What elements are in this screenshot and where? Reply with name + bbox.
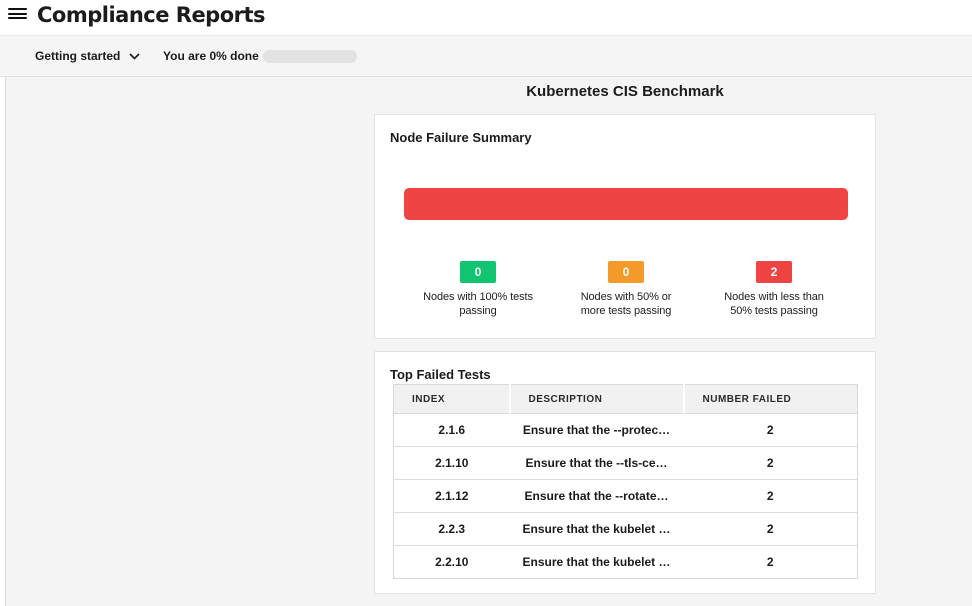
table-row: 2.1.10 Ensure that the --tls-ce… 2 (394, 447, 858, 480)
column-header-index: INDEX (394, 385, 510, 414)
stat-50-passing-count: 0 (608, 261, 644, 283)
getting-started-label: Getting started (35, 49, 120, 63)
table-body: 2.1.6 Ensure that the --protec… 2 2.1.10… (394, 414, 858, 579)
cell-index: 2.1.12 (394, 480, 510, 513)
cell-description: Ensure that the kubelet … (510, 513, 684, 546)
cell-number-failed: 2 (684, 513, 858, 546)
table-row: 2.1.12 Ensure that the --rotate… 2 (394, 480, 858, 513)
stat-100-passing-label: Nodes with 100% tests passing (423, 291, 533, 318)
cell-index: 2.1.6 (394, 414, 510, 447)
chevron-down-icon (129, 53, 140, 60)
top-failed-tests-table: INDEX DESCRIPTION NUMBER FAILED 2.1.6 En… (393, 384, 858, 579)
table-row: 2.2.3 Ensure that the kubelet … 2 (394, 513, 858, 546)
stat-less-50-passing-count: 2 (756, 261, 792, 283)
page-title: Compliance Reports (37, 3, 265, 27)
cell-description: Ensure that the --tls-ce… (510, 447, 684, 480)
node-failure-chart: 0 Nodes with 100% tests passing 0 Nodes … (404, 188, 848, 318)
stat-100-passing-count: 0 (460, 261, 496, 283)
stat-less-50-passing-label: Nodes with less than 50% tests passing (724, 291, 824, 318)
column-header-number-failed: NUMBER FAILED (684, 385, 858, 414)
progress-text: You are 0% done (163, 36, 259, 76)
progress-bar (263, 50, 357, 63)
table-row: 2.1.6 Ensure that the --protec… 2 (394, 414, 858, 447)
cell-description: Ensure that the kubelet … (510, 546, 684, 579)
cell-description: Ensure that the --rotate… (510, 480, 684, 513)
top-failed-tests-card: Top Failed Tests INDEX DESCRIPTION NUMBE… (374, 351, 876, 594)
top-failed-tests-title: Top Failed Tests (390, 367, 860, 382)
stat-50-passing-label: Nodes with 50% or more tests passing (581, 291, 672, 318)
cell-index: 2.2.10 (394, 546, 510, 579)
column-header-description: DESCRIPTION (510, 385, 684, 414)
menu-icon[interactable] (8, 8, 27, 19)
getting-started-bar: Getting started You are 0% done (0, 35, 972, 77)
table-row: 2.2.10 Ensure that the kubelet … 2 (394, 546, 858, 579)
cell-number-failed: 2 (684, 480, 858, 513)
cell-number-failed: 2 (684, 447, 858, 480)
node-failure-summary-title: Node Failure Summary (390, 130, 860, 145)
app-header: Compliance Reports (0, 0, 972, 35)
cell-number-failed: 2 (684, 546, 858, 579)
report-panel: Kubernetes CIS Benchmark Node Failure Su… (5, 77, 972, 606)
stat-100-passing: 0 Nodes with 100% tests passing (404, 261, 552, 318)
failing-nodes-bar (404, 188, 848, 220)
cell-index: 2.2.3 (394, 513, 510, 546)
getting-started-dropdown[interactable]: Getting started (35, 36, 140, 76)
stat-less-50-passing: 2 Nodes with less than 50% tests passing (700, 261, 848, 318)
stat-50-passing: 0 Nodes with 50% or more tests passing (552, 261, 700, 318)
cell-description: Ensure that the --protec… (510, 414, 684, 447)
report-heading: Kubernetes CIS Benchmark (374, 83, 876, 100)
cell-number-failed: 2 (684, 414, 858, 447)
cell-index: 2.1.10 (394, 447, 510, 480)
node-failure-summary-card: Node Failure Summary 0 Nodes with 100% t… (374, 114, 876, 339)
